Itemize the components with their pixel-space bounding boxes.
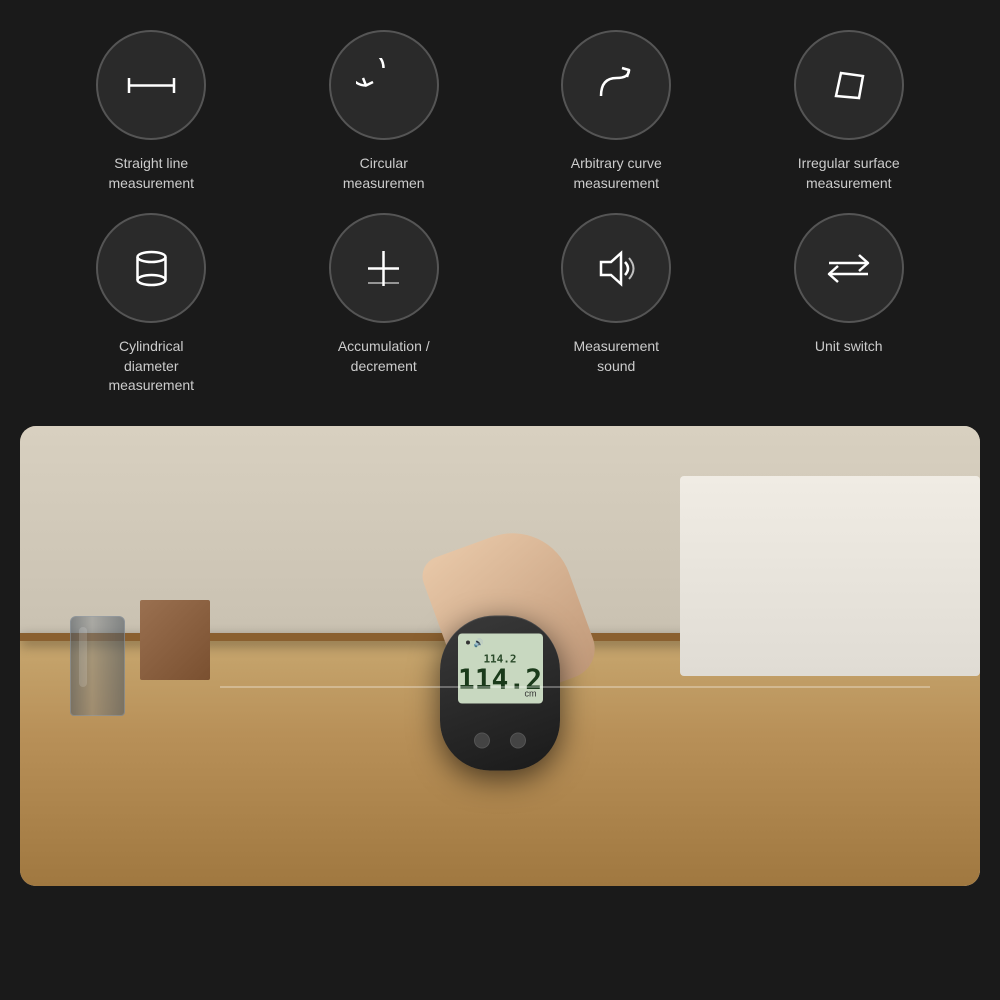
straight-line-icon-circle (96, 30, 206, 140)
feature-irregular-surface: Irregular surface measurement (738, 30, 961, 193)
cylindrical-icon-circle (96, 213, 206, 323)
glass-vase (70, 616, 125, 716)
feature-accumulation: Accumulation / decrement (273, 213, 496, 396)
screen-sound-icon: 🔊 (474, 638, 484, 647)
device-screen: 🔊 114.2 114.2 cm (458, 633, 543, 703)
sound-icon-circle (561, 213, 671, 323)
accumulation-icon-circle (329, 213, 439, 323)
product-photo: 🔊 114.2 114.2 cm (20, 426, 980, 886)
irregular-surface-icon-circle (794, 30, 904, 140)
device-button-right (510, 732, 526, 748)
cylindrical-icon (124, 241, 179, 296)
sound-label: Measurement sound (573, 337, 659, 376)
circular-icon-circle (329, 30, 439, 140)
unit-switch-icon-circle (794, 213, 904, 323)
unit-switch-icon (821, 241, 876, 296)
irregular-surface-label: Irregular surface measurement (798, 154, 900, 193)
straight-line-icon (124, 58, 179, 113)
unit-switch-label: Unit switch (815, 337, 883, 357)
arbitrary-curve-icon (589, 58, 644, 113)
screen-top-row: 🔊 (466, 638, 484, 647)
glass-body (70, 616, 125, 716)
accumulation-label: Accumulation / decrement (338, 337, 430, 376)
device-button-row (474, 732, 526, 748)
circular-icon (356, 58, 411, 113)
screen-unit: cm (525, 688, 537, 698)
arbitrary-curve-label: Arbitrary curve measurement (571, 154, 662, 193)
features-grid: Straight line measurement Circular measu… (0, 0, 1000, 416)
feature-sound: Measurement sound (505, 213, 728, 396)
device-container: 🔊 114.2 114.2 cm (440, 615, 560, 770)
circular-label: Circular measuremen (343, 154, 425, 193)
feature-straight-line: Straight line measurement (40, 30, 263, 193)
sound-icon (589, 241, 644, 296)
feature-cylindrical: Cylindrical diameter measurement (40, 213, 263, 396)
measurement-line (220, 686, 930, 688)
straight-line-label: Straight line measurement (108, 154, 194, 193)
white-surface (680, 476, 980, 676)
brown-box (140, 600, 210, 680)
cylindrical-label: Cylindrical diameter measurement (108, 337, 194, 396)
feature-unit-switch: Unit switch (738, 213, 961, 396)
accumulation-icon (356, 241, 411, 296)
feature-arbitrary-curve: Arbitrary curve measurement (505, 30, 728, 193)
arbitrary-curve-icon-circle (561, 30, 671, 140)
irregular-surface-icon (821, 58, 876, 113)
device-button-left (474, 732, 490, 748)
screen-indicator-dot (466, 641, 470, 645)
photo-scene: 🔊 114.2 114.2 cm (20, 426, 980, 886)
feature-circular: Circular measuremen (273, 30, 496, 193)
measuring-device: 🔊 114.2 114.2 cm (440, 615, 560, 770)
